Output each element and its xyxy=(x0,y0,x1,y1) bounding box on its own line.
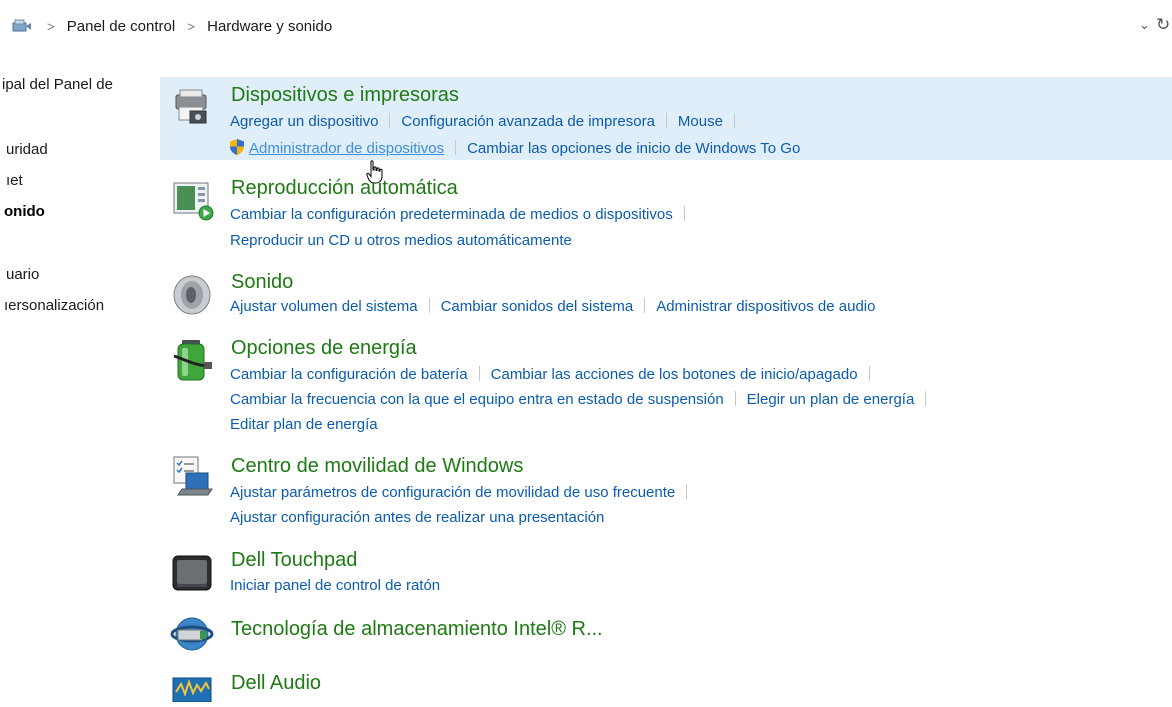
category-title[interactable]: Dell Touchpad xyxy=(231,549,357,572)
link-autoplay-defaults[interactable]: Cambiar la configuración predeterminada … xyxy=(230,206,673,223)
category-title[interactable]: Reproducción automática xyxy=(231,177,458,200)
category-title[interactable]: Dispositivos e impresoras xyxy=(231,84,459,107)
link-choose-power-plan[interactable]: Elegir un plan de energía xyxy=(747,391,915,408)
link-mouse[interactable]: Mouse xyxy=(678,113,723,130)
link-divider xyxy=(868,366,870,381)
nav-item-hardware-sound[interactable]: onido xyxy=(4,203,45,220)
link-play-cd[interactable]: Reproducir un CD u otros medios automáti… xyxy=(230,232,572,249)
nav-item-control-panel-home[interactable]: ipal del Panel de xyxy=(2,76,113,93)
nav-item-network[interactable]: ıet xyxy=(6,172,23,189)
link-mobility-settings[interactable]: Ajustar parámetros de configuración de m… xyxy=(230,484,675,501)
nav-item-security[interactable]: uridad xyxy=(6,141,48,158)
uac-shield-icon xyxy=(228,138,246,160)
speaker-icon xyxy=(170,271,214,315)
link-presentation-settings[interactable]: Ajustar configuración antes de realizar … xyxy=(230,509,604,526)
chevron-down-icon[interactable]: ⌄ xyxy=(1139,17,1150,33)
category-intel-storage[interactable]: Tecnología de almacenamiento Intel® R... xyxy=(160,610,1172,654)
link-device-manager[interactable]: Administrador de dispositivos xyxy=(249,140,444,157)
link-divider xyxy=(733,113,735,128)
link-edit-power-plan[interactable]: Editar plan de energía xyxy=(230,416,378,433)
category-title[interactable]: Sonido xyxy=(231,271,293,294)
category-title[interactable]: Dell Audio xyxy=(231,672,321,695)
link-power-buttons[interactable]: Cambiar las acciones de los botones de i… xyxy=(491,366,858,383)
autoplay-icon xyxy=(170,178,214,222)
link-divider xyxy=(428,298,430,313)
mobility-icon xyxy=(170,455,214,499)
category-power-options[interactable]: Opciones de energía Cambiar la configura… xyxy=(160,334,1172,444)
link-sleep-frequency[interactable]: Cambiar la frecuencia con la que el equi… xyxy=(230,391,724,408)
link-divider xyxy=(455,140,457,155)
category-links-row: Agregar un dispositivo Configuración avan… xyxy=(230,113,746,130)
breadcrumb-separator: > xyxy=(187,19,195,34)
breadcrumb-hardware-sound[interactable]: Hardware y sonido xyxy=(207,18,332,35)
category-links-row: Iniciar panel de control de ratón xyxy=(230,577,440,594)
category-title[interactable]: Centro de movilidad de Windows xyxy=(231,455,523,478)
link-divider xyxy=(665,113,667,128)
refresh-icon[interactable]: ↻ xyxy=(1156,15,1170,35)
link-audio-devices[interactable]: Administrar dispositivos de audio xyxy=(656,298,875,315)
link-add-device[interactable]: Agregar un dispositivo xyxy=(230,113,378,130)
nav-item-user-accounts[interactable]: uario xyxy=(6,266,39,283)
link-mouse-control-panel[interactable]: Iniciar panel de control de ratón xyxy=(230,577,440,594)
dell-audio-icon xyxy=(170,674,214,703)
link-battery-settings[interactable]: Cambiar la configuración de batería xyxy=(230,366,468,383)
category-dell-audio[interactable]: Dell Audio xyxy=(160,664,1172,703)
category-links-row: Ajustar parámetros de configuración de m… xyxy=(230,484,698,501)
intel-storage-icon xyxy=(170,612,214,656)
category-links-row: Editar plan de energía xyxy=(230,416,378,433)
printer-icon xyxy=(170,85,214,129)
category-links-row: Cambiar la frecuencia con la que el equi… xyxy=(230,391,937,408)
category-links-row: Reproducir un CD u otros medios automáti… xyxy=(230,232,572,249)
nav-item-personalization[interactable]: ıersonalización xyxy=(4,297,104,314)
address-bar: > Panel de control > Hardware y sonido ⌄… xyxy=(0,0,1172,54)
category-title[interactable]: Tecnología de almacenamiento Intel® R... xyxy=(231,618,603,641)
category-title[interactable]: Opciones de energía xyxy=(231,337,417,360)
category-dell-touchpad[interactable]: Dell Touchpad Iniciar panel de control d… xyxy=(160,546,1172,601)
link-windows-to-go[interactable]: Cambiar las opciones de inicio de Window… xyxy=(467,140,800,157)
link-divider xyxy=(925,391,927,406)
link-divider xyxy=(389,113,391,128)
link-system-sounds[interactable]: Cambiar sonidos del sistema xyxy=(441,298,634,315)
category-links-row: Ajustar volumen del sistema Cambiar sonid… xyxy=(230,298,875,315)
category-mobility-center[interactable]: Centro de movilidad de Windows Ajustar p… xyxy=(160,452,1172,537)
link-divider xyxy=(644,298,646,313)
link-advanced-printer-setup[interactable]: Configuración avanzada de impresora xyxy=(401,113,654,130)
link-system-volume[interactable]: Ajustar volumen del sistema xyxy=(230,298,418,315)
category-devices-printers[interactable]: Dispositivos e impresoras Agregar un dis… xyxy=(160,77,1172,160)
touchpad-icon xyxy=(170,551,214,595)
left-navigation: ipal del Panel de uridad ıet onido uario… xyxy=(0,0,150,702)
category-autoplay[interactable]: Reproducción automática Cambiar la confi… xyxy=(160,171,1172,256)
link-divider xyxy=(478,366,480,381)
category-sound[interactable]: Sonido Ajustar volumen del sistema Cambia… xyxy=(160,266,1172,326)
category-links-row: Administrador de dispositivos Cambiar las… xyxy=(228,138,800,160)
category-links-row: Ajustar configuración antes de realizar … xyxy=(230,509,604,526)
link-divider xyxy=(683,206,685,221)
category-links-row: Cambiar la configuración predeterminada … xyxy=(230,206,696,223)
link-divider xyxy=(734,391,736,406)
battery-icon xyxy=(170,336,214,381)
link-divider xyxy=(686,484,688,499)
category-links-row: Cambiar la configuración de batería Cambi… xyxy=(230,366,881,383)
